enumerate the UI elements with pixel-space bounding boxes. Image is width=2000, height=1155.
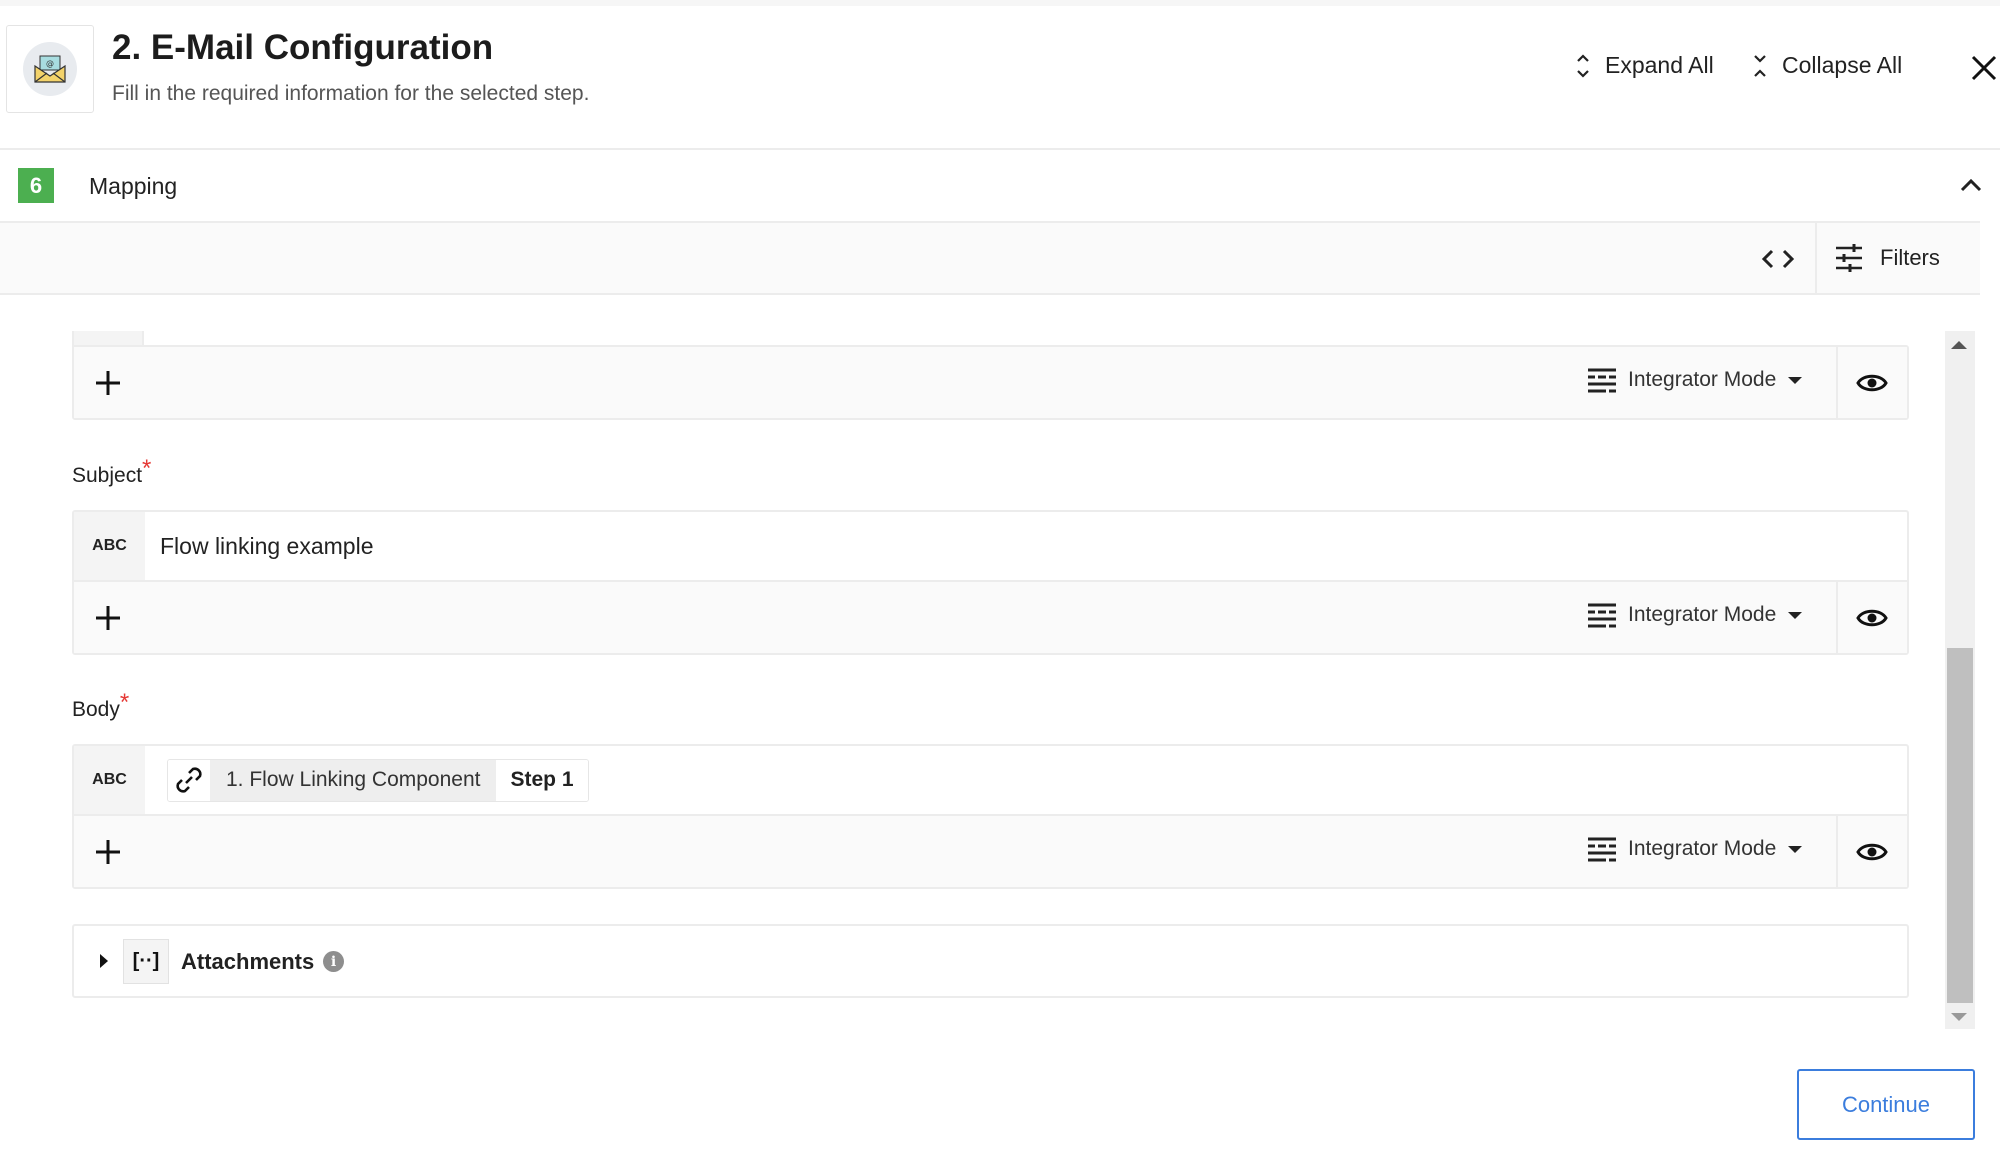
subject-label: Subject* bbox=[72, 455, 151, 489]
integrator-mode-select[interactable]: Integrator Mode bbox=[1587, 367, 1803, 393]
text-lines-icon bbox=[1588, 368, 1616, 393]
close-icon bbox=[1971, 55, 1997, 81]
array-type-badge: [··] bbox=[123, 939, 169, 984]
actions-divider bbox=[1836, 582, 1838, 653]
section-number-badge: 6 bbox=[18, 168, 54, 203]
code-icon bbox=[1761, 249, 1795, 269]
preview-button[interactable] bbox=[1856, 836, 1888, 868]
expand-all-label: Expand All bbox=[1605, 52, 1714, 78]
header-divider bbox=[0, 148, 2000, 150]
mode-label: Integrator Mode bbox=[1628, 837, 1777, 860]
field-actions-row: Integrator Mode bbox=[74, 347, 1907, 418]
subject-label-text: Subject bbox=[72, 464, 143, 487]
actions-divider bbox=[1836, 347, 1838, 418]
info-icon[interactable]: i bbox=[323, 951, 344, 972]
scroll-up-arrow-icon[interactable] bbox=[1951, 341, 1967, 349]
eye-icon bbox=[1856, 609, 1888, 627]
field-actions-row: Integrator Mode bbox=[74, 816, 1907, 887]
filters-label: Filters bbox=[1880, 245, 1940, 270]
eye-icon bbox=[1856, 374, 1888, 392]
section-collapse-button[interactable] bbox=[1957, 172, 1985, 200]
top-shade bbox=[0, 0, 2000, 6]
attachments-label: Attachments bbox=[181, 949, 315, 974]
subject-input-row: ABC Flow linking example bbox=[74, 512, 1907, 582]
section-title[interactable]: Mapping bbox=[89, 173, 177, 200]
field-previous: Integrator Mode bbox=[72, 345, 1909, 420]
string-type-badge: ABC bbox=[74, 746, 145, 814]
integrator-mode-select[interactable]: Integrator Mode bbox=[1587, 836, 1803, 862]
add-mapping-button[interactable] bbox=[92, 836, 124, 868]
eye-icon bbox=[1856, 843, 1888, 861]
caret-down-icon bbox=[1788, 377, 1803, 384]
body-field: ABC 1. Flow Linking Component Step 1 Int… bbox=[72, 744, 1909, 889]
scrollbar-thumb[interactable] bbox=[1947, 648, 1973, 1003]
preview-button[interactable] bbox=[1856, 602, 1888, 634]
mapped-value-pill[interactable]: 1. Flow Linking Component Step 1 bbox=[167, 758, 589, 802]
integrator-mode-select[interactable]: Integrator Mode bbox=[1587, 602, 1803, 628]
sliders-icon bbox=[1836, 244, 1862, 272]
add-mapping-button[interactable] bbox=[92, 367, 124, 399]
required-marker: * bbox=[142, 455, 152, 482]
body-label-text: Body bbox=[72, 698, 120, 721]
mode-label: Integrator Mode bbox=[1628, 368, 1777, 391]
body-input-row: ABC 1. Flow Linking Component Step 1 bbox=[74, 746, 1907, 816]
string-type-badge: ABC bbox=[74, 512, 145, 580]
svg-text:@: @ bbox=[46, 59, 54, 68]
subject-input[interactable]: Flow linking example bbox=[145, 533, 1907, 560]
field-actions-row: Integrator Mode bbox=[74, 582, 1907, 653]
caret-down-icon bbox=[1788, 846, 1803, 853]
code-view-toggle[interactable] bbox=[1758, 243, 1798, 275]
collapse-all-label: Collapse All bbox=[1782, 52, 1903, 78]
step-icon-circle: @ bbox=[23, 42, 77, 96]
continue-button[interactable]: Continue bbox=[1797, 1069, 1975, 1140]
collapse-all-button[interactable]: Collapse All bbox=[1752, 52, 1902, 79]
step-icon-box: @ bbox=[6, 25, 94, 113]
add-mapping-button[interactable] bbox=[92, 602, 124, 634]
filters-button[interactable]: Filters bbox=[1834, 243, 1940, 273]
toolbar-divider bbox=[1815, 223, 1817, 293]
collapse-icon bbox=[1754, 54, 1766, 77]
attachments-row[interactable]: [··] Attachments i bbox=[72, 924, 1909, 998]
mapping-scroll-area[interactable]: Integrator Mode Subject* ABC Flow linkin… bbox=[0, 295, 2000, 1030]
email-envelope-icon: @ bbox=[34, 55, 66, 83]
mode-label: Integrator Mode bbox=[1628, 603, 1777, 626]
caret-down-icon bbox=[1788, 612, 1803, 619]
link-icon-box bbox=[168, 759, 210, 801]
expand-icon bbox=[1577, 53, 1589, 78]
mapping-toolbar bbox=[0, 221, 1980, 295]
chevron-up-icon bbox=[1960, 178, 1982, 192]
expand-all-button[interactable]: Expand All bbox=[1575, 52, 1714, 79]
preview-button[interactable] bbox=[1856, 367, 1888, 399]
text-lines-icon bbox=[1588, 837, 1616, 862]
mapped-component-name: 1. Flow Linking Component bbox=[210, 759, 497, 801]
plus-icon bbox=[96, 606, 120, 630]
plus-icon bbox=[96, 371, 120, 395]
link-icon bbox=[176, 767, 202, 793]
scroll-down-arrow-icon[interactable] bbox=[1951, 1013, 1967, 1021]
actions-divider bbox=[1836, 816, 1838, 887]
plus-icon bbox=[96, 840, 120, 864]
required-marker: * bbox=[119, 689, 130, 716]
page-title: 2. E-Mail Configuration bbox=[112, 28, 494, 67]
text-lines-icon bbox=[1588, 603, 1616, 628]
close-button[interactable] bbox=[1968, 52, 2000, 84]
caret-right-icon[interactable] bbox=[100, 954, 108, 968]
mapped-step-label: Step 1 bbox=[496, 759, 588, 801]
subject-field: ABC Flow linking example Integrator Mode bbox=[72, 510, 1909, 655]
body-label: Body* bbox=[72, 689, 129, 723]
page-subtitle: Fill in the required information for the… bbox=[112, 82, 590, 105]
